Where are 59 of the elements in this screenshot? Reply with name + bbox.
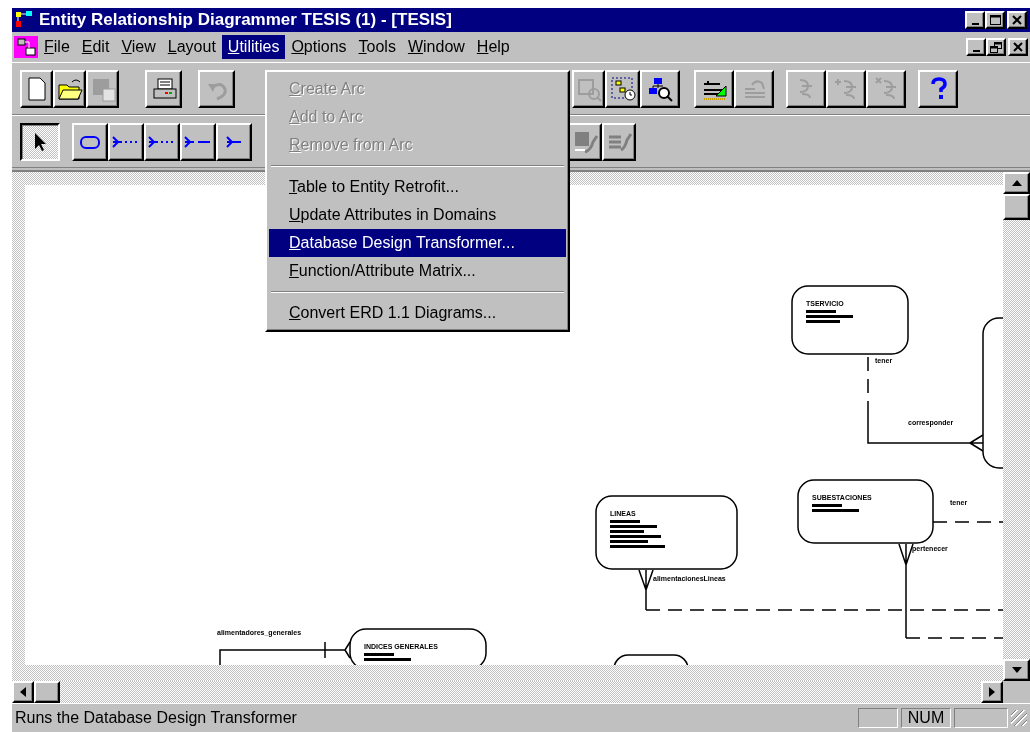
arc-icon [874, 77, 898, 101]
attribute-list-drawing [806, 310, 853, 323]
minimize-icon [971, 23, 979, 25]
relationship-line [932, 521, 1003, 523]
relationship-icon [184, 136, 212, 148]
attribute-list-drawing [812, 504, 859, 512]
menu-option[interactable]: Function/Attribute Matrix... [269, 257, 566, 285]
maximize-button[interactable] [985, 11, 1005, 29]
status-indicator: NUM [901, 708, 951, 728]
close-button[interactable] [1007, 11, 1027, 29]
relationship-icon [112, 136, 140, 148]
scrollbar-thumb[interactable] [34, 681, 60, 703]
arc-icon [834, 77, 858, 101]
menu-item[interactable]: Help [470, 35, 516, 59]
scroll-right-button[interactable] [981, 681, 1003, 703]
document-icon[interactable] [14, 36, 38, 58]
selection-icon [608, 75, 637, 103]
down-arrow-icon [1011, 667, 1022, 673]
maximize-icon [989, 15, 1001, 25]
relationship-icon [148, 136, 176, 148]
app-logo-icon [15, 11, 33, 29]
right-arrow-icon [989, 687, 995, 697]
toolbar-button[interactable] [20, 123, 60, 161]
minimize-button[interactable] [966, 38, 986, 56]
relationship-icon [226, 136, 242, 148]
find-icon [646, 75, 674, 103]
menu-item[interactable]: Layout [161, 35, 222, 59]
restore-icon [990, 41, 1002, 53]
menu-item[interactable]: Utilities [221, 35, 286, 59]
status-panel [954, 708, 1008, 728]
menu-item[interactable]: Edit [75, 35, 116, 59]
menu-item[interactable]: Window [401, 35, 471, 59]
menu-item[interactable]: Tools [352, 35, 402, 59]
window-title: Entity Relationship Diagrammer TESIS (1) - [TESIS] [39, 10, 453, 30]
menu-option[interactable]: Convert ERD 1.1 Diagrams... [269, 299, 566, 327]
menu-item[interactable]: View [115, 35, 162, 59]
left-arrow-icon [20, 687, 26, 697]
resize-grip[interactable] [1011, 710, 1027, 726]
attribute-list-drawing [364, 653, 411, 661]
scroll-up-button[interactable] [1003, 172, 1030, 194]
scroll-down-button[interactable] [1003, 659, 1030, 681]
close-button[interactable] [1008, 38, 1028, 56]
arc-icon [798, 78, 814, 100]
status-panel [858, 708, 898, 728]
menu-option[interactable]: Database Design Transformer... [269, 229, 566, 257]
restore-button[interactable] [986, 38, 1006, 56]
menu-option[interactable]: Update Attributes in Domains [269, 201, 566, 229]
minimize-button[interactable] [965, 11, 985, 29]
scroll-left-button[interactable] [12, 681, 34, 703]
up-arrow-icon [1011, 180, 1022, 186]
status-text: Runs the Database Design Transformer [15, 709, 298, 727]
menu-item[interactable]: Options [285, 35, 353, 59]
attribute-list-drawing [610, 520, 665, 548]
minimize-icon [972, 50, 980, 52]
menu-option[interactable]: Table to Entity Retrofit... [269, 173, 566, 201]
menu-item[interactable]: File [38, 35, 76, 59]
close-icon [1012, 15, 1022, 25]
close-icon [1013, 42, 1023, 52]
scrollbar-thumb[interactable] [1003, 194, 1030, 220]
